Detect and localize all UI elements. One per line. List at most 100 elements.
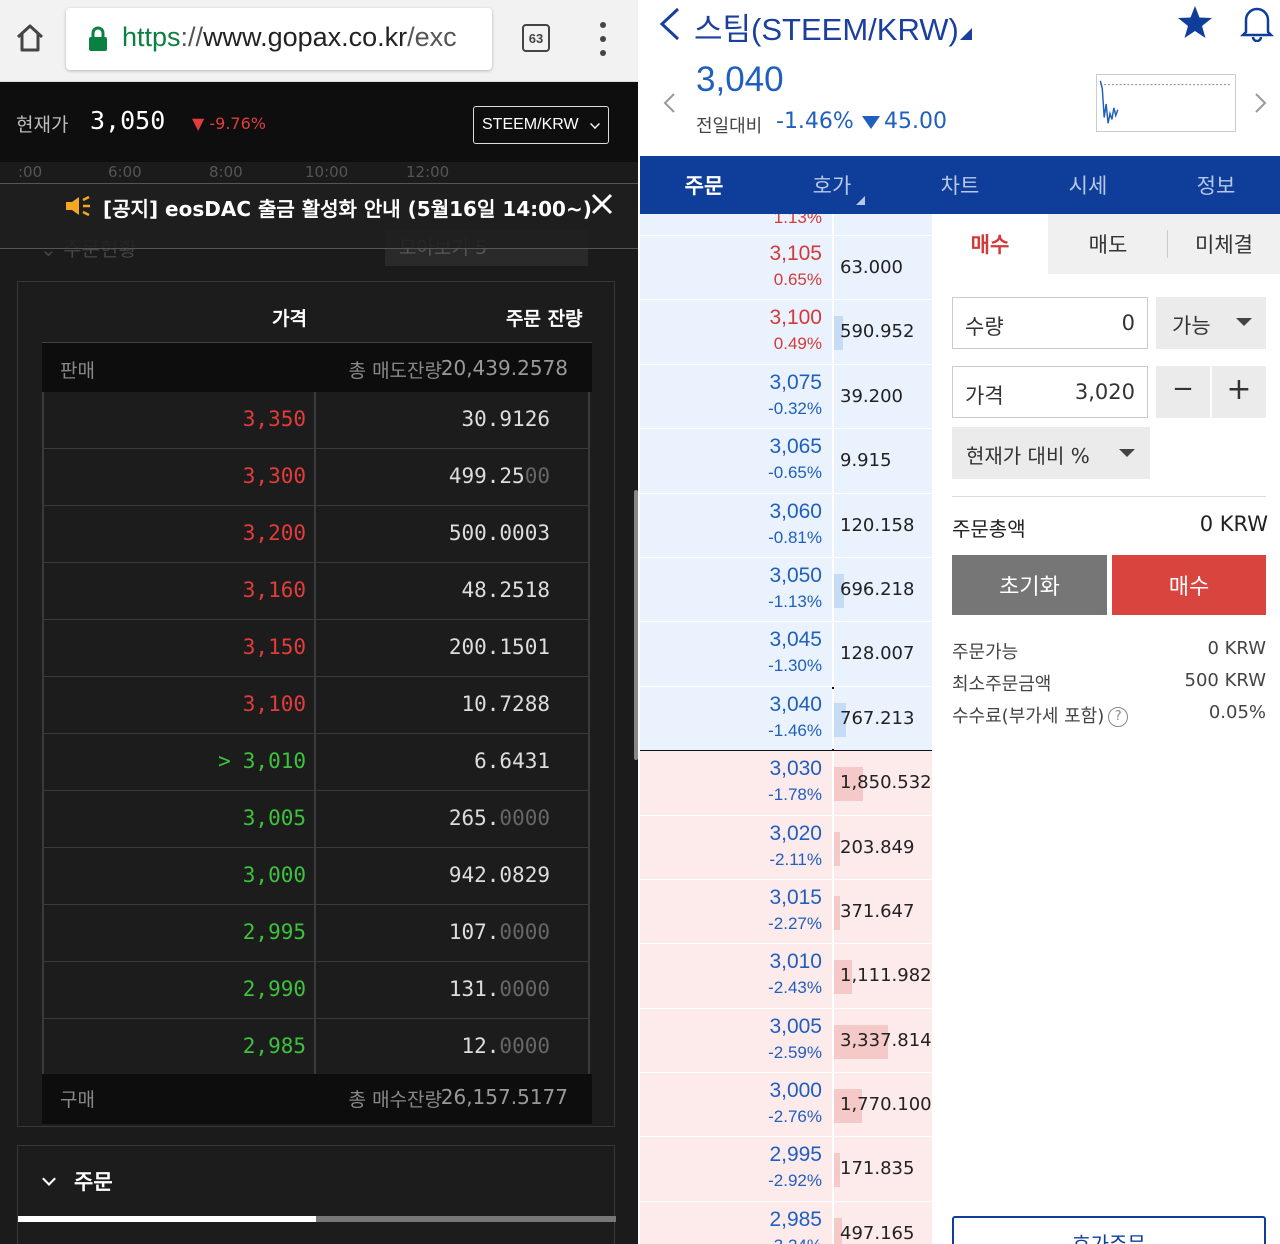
hoga-row-current[interactable]: 3,040 -1.46% 767.213 [640, 686, 932, 752]
url-bar[interactable]: https://www.gopax.co.kr/exc [66, 8, 492, 70]
tab-info[interactable]: 정보 [1152, 156, 1280, 214]
hoga-row[interactable]: 3,105 0.65% 63.000 [640, 236, 932, 301]
fee-row: 수수료(부가세 포함)? 0.05% [952, 702, 1266, 732]
buy-order-row[interactable]: 2,995 107.0000 [42, 905, 590, 962]
hoga-change: -2.43% [768, 978, 822, 998]
hoga-row[interactable]: 3,030 -1.78% 1,850.532 [640, 751, 932, 816]
time-tick: :00 [18, 163, 43, 181]
url-text: https://www.gopax.co.kr/exc [122, 22, 457, 52]
notice-banner[interactable]: [공지] eosDAC 출금 활성화 안내 (5월16일 14:00~) [0, 183, 638, 249]
order-qty: 200.1501 [448, 635, 550, 659]
orderbook-header: 가격 주문 잔량 [42, 282, 590, 342]
prev-arrow-icon[interactable] [662, 92, 676, 114]
bell-icon[interactable] [1240, 4, 1274, 42]
hoga-qty: 120.158 [840, 514, 915, 536]
sell-order-row[interactable]: 3,150 200.1501 [42, 620, 590, 677]
buy-order-row[interactable]: 3,000 942.0829 [42, 848, 590, 905]
hoga-row[interactable]: 3,065 -0.65% 9.915 [640, 429, 932, 494]
buy-order-row[interactable]: 2,990 131.0000 [42, 962, 590, 1019]
hoga-row[interactable]: 3,045 -1.30% 128.007 [640, 622, 932, 687]
hoga-row[interactable]: 3,000 -2.76% 1,770.100 [640, 1073, 932, 1138]
sell-order-row[interactable]: 3,350 30.9126 [42, 392, 590, 449]
tab-market[interactable]: 시세 [1024, 156, 1152, 214]
quantity-unit-select[interactable]: 가능 [1156, 297, 1266, 349]
tab-sell[interactable]: 매도 [1048, 214, 1168, 274]
price-increase-button[interactable]: + [1212, 366, 1266, 418]
hoga-row[interactable]: 3,005 -2.59% 3,337.814 [640, 1008, 932, 1074]
sell-order-row[interactable]: 3,300 499.2500 [42, 449, 590, 506]
percent-select[interactable]: 현재가 대비 % [952, 427, 1150, 479]
hoga-row[interactable]: 2,995 -2.92% 171.835 [640, 1137, 932, 1202]
hoga-qty: 203.849 [840, 836, 915, 858]
hoga-qty: 497.165 [840, 1222, 915, 1244]
order-tab[interactable] [316, 1216, 616, 1222]
order-tab-active[interactable] [18, 1216, 316, 1222]
buy-total: 26,157.5177 [440, 1085, 568, 1109]
price-field[interactable]: 가격 3,020 [952, 366, 1148, 418]
hoga-row[interactable]: 3,100 0.49% 590.952 [640, 300, 932, 365]
price-decrease-button[interactable]: − [1156, 366, 1210, 418]
hoga-row[interactable]: 3,015 -2.27% 371.647 [640, 879, 932, 945]
order-form-tabs: 매수 매도 미체결 [932, 214, 1280, 274]
close-icon[interactable] [588, 190, 616, 218]
tab-buy[interactable]: 매수 [932, 214, 1048, 274]
tab-hoga[interactable]: 호가 [768, 156, 896, 214]
quantity-value: 0 [1121, 311, 1135, 335]
coin-title[interactable]: 스팀(STEEM/KRW) [694, 4, 959, 49]
tab-unfilled[interactable]: 미체결 [1168, 214, 1280, 274]
min-order-row: 최소주문금액 500 KRW [952, 670, 1266, 700]
hoga-price: 3,045 [769, 628, 822, 652]
dropdown-triangle-icon[interactable] [960, 28, 972, 40]
pair-select[interactable]: STEEM/KRW [473, 106, 609, 144]
tab-order[interactable]: 주문 [640, 156, 768, 214]
more-menu-icon[interactable] [596, 22, 610, 56]
hoga-row[interactable]: 3,020 -2.11% 203.849 [640, 815, 932, 880]
hoga-qty: 171.835 [840, 1158, 915, 1180]
chevron-down-icon[interactable] [42, 1172, 56, 1186]
sell-total: 20,439.2578 [440, 356, 568, 380]
hoga-change: -0.32% [768, 398, 822, 418]
quantity-unit: 가능 [1172, 314, 1211, 338]
hoga-price: 3,065 [769, 435, 822, 459]
help-icon[interactable]: ? [1108, 707, 1129, 727]
total-value: 0 KRW [1199, 512, 1268, 536]
reset-button[interactable]: 초기화 [952, 555, 1107, 615]
buy-total-label: 총 매수잔량 [348, 1089, 442, 1111]
order-price: 3,100 [242, 692, 306, 716]
tab-chart[interactable]: 차트 [896, 156, 1024, 214]
sell-order-row[interactable]: 3,200 500.0003 [42, 506, 590, 563]
hoga-row-partial[interactable]: 1.13% [640, 214, 932, 236]
hoga-qty: 590.952 [840, 321, 915, 343]
buy-order-row[interactable]: 3,005 265.0000 [42, 791, 590, 848]
hoga-qty: 1,770.100 [840, 1094, 932, 1116]
sell-order-row[interactable]: 3,160 48.2518 [42, 563, 590, 620]
sparkline-chart[interactable] [1096, 74, 1236, 132]
back-icon[interactable] [656, 6, 684, 42]
buy-order-row[interactable]: >3,010 6.6431 [42, 734, 590, 791]
hoga-order-button[interactable]: 호가주문 [952, 1216, 1266, 1244]
order-panel[interactable]: 주문 [17, 1145, 616, 1244]
dropdown-triangle-icon [1119, 449, 1135, 457]
buy-button[interactable]: 매수 [1112, 555, 1266, 615]
quantity-field[interactable]: 수량 0 [952, 297, 1148, 349]
hoga-row[interactable]: 3,050 -1.13% 696.218 [640, 557, 932, 623]
price-header: 현재가 3,050 ▼ -9.76% STEEM/KRW [0, 82, 638, 162]
home-icon[interactable] [14, 22, 46, 54]
hoga-row[interactable]: 2,985 -3.24% 497.165 [640, 1201, 932, 1244]
hoga-price: 2,985 [769, 1207, 822, 1231]
hoga-row[interactable]: 3,060 -0.81% 120.158 [640, 493, 932, 558]
hoga-row[interactable]: 3,010 -2.43% 1,111.982 [640, 944, 932, 1009]
favorite-star-icon[interactable] [1176, 4, 1214, 42]
hoga-row[interactable]: 3,075 -0.32% 39.200 [640, 364, 932, 430]
hoga-price: 3,040 [769, 692, 822, 716]
next-arrow-icon[interactable] [1254, 92, 1268, 114]
sell-order-row[interactable]: 3,100 10.7288 [42, 677, 590, 734]
time-tick: 8:00 [209, 163, 243, 181]
hoga-change: 1.13% [773, 214, 822, 227]
buy-order-row[interactable]: 2,985 12.0000 [42, 1019, 590, 1076]
sell-summary: 판매 총 매도잔량 20,439.2578 [42, 342, 592, 392]
hoga-price: 3,060 [769, 499, 822, 523]
price-label: 가격 [965, 384, 1004, 408]
hoga-change: -2.11% [769, 849, 822, 869]
tab-switcher-button[interactable]: 63 [522, 24, 550, 52]
